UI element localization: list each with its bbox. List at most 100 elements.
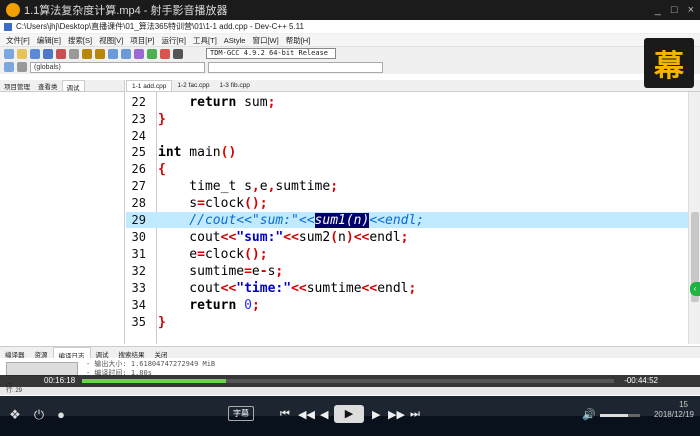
debug-icon[interactable]	[160, 48, 170, 59]
video-frame[interactable]: C:\Users\jhj\Desktop\直播课件\01_算法365特训营\01…	[0, 20, 700, 416]
code-text: //cout<<"sum:"<<sum1(n)<<endl;	[158, 212, 425, 228]
tab-debug[interactable]: 调试	[61, 80, 85, 92]
class-icon[interactable]	[4, 62, 14, 72]
open-icon[interactable]	[17, 48, 27, 59]
menu-astyle[interactable]: AStyle	[224, 36, 246, 45]
tab-file-fac[interactable]: 1-2 fac.cpp	[172, 80, 214, 91]
new-file-icon[interactable]	[4, 48, 14, 59]
ide-title-bar: C:\Users\jhj\Desktop\直播课件\01_算法365特训营\01…	[0, 20, 700, 34]
step-forward-icon[interactable]: ▶	[372, 408, 380, 421]
left-tabs: 项目管理 查看类 调试	[0, 80, 124, 92]
code-line: 22 return sum;	[126, 94, 688, 110]
redo-icon[interactable]	[95, 48, 105, 59]
save-all-icon[interactable]	[43, 48, 53, 59]
volume-icon[interactable]: 🔊	[582, 408, 596, 421]
tab-compiler[interactable]: 编译器	[0, 347, 30, 359]
rewind-icon[interactable]: ◀◀	[298, 408, 315, 421]
user-icon[interactable]: ●	[52, 406, 70, 424]
close-file-icon[interactable]	[56, 48, 66, 59]
run-icon[interactable]	[147, 48, 157, 59]
menu-bar: 文件[F] 编辑[E] 搜索[S] 视图[V] 项目[P] 运行[R] 工具[T…	[0, 34, 700, 46]
menu-search[interactable]: 搜索[S]	[68, 35, 92, 46]
code-line: 24	[126, 128, 688, 144]
scope-combo[interactable]: (globals)	[30, 61, 205, 73]
step-back-icon[interactable]: ◀	[320, 408, 328, 421]
code-text: s=clock();	[158, 195, 268, 211]
player-progress-bar[interactable]: 00:16:18 -00:44:52	[0, 375, 700, 387]
menu-project[interactable]: 项目[P]	[130, 35, 154, 46]
prev-icon[interactable]: ⏮	[280, 408, 290, 421]
replace-icon[interactable]	[121, 48, 131, 59]
undo-icon[interactable]	[82, 48, 92, 59]
volume-slider[interactable]	[600, 414, 640, 417]
menu-run[interactable]: 运行[R]	[161, 35, 186, 46]
line-number: 22	[131, 95, 146, 109]
menu-view[interactable]: 视图[V]	[99, 35, 123, 46]
tab-file-add[interactable]: 1-1 add.cpp	[126, 80, 173, 91]
fast-forward-icon[interactable]: ▶▶	[388, 408, 405, 421]
subtitle-button[interactable]: 字幕	[228, 406, 254, 421]
power-icon[interactable]: ⏻	[30, 406, 48, 424]
side-float-icon[interactable]: ‹	[690, 282, 700, 296]
tab-close[interactable]: 关闭	[150, 347, 173, 359]
save-icon[interactable]	[30, 48, 40, 59]
tab-debug-output[interactable]: 调试	[91, 347, 114, 359]
next-icon[interactable]: ⏭	[410, 408, 420, 421]
bottom-tabs: 编译器 资源 编译日志 调试 搜索结果 关闭	[0, 346, 700, 360]
player-logo-icon	[6, 3, 20, 17]
tab-file-fib[interactable]: 1-3 fib.cpp	[215, 80, 255, 91]
line-number: 32	[131, 264, 146, 278]
tab-search-results[interactable]: 搜索结果	[114, 347, 150, 359]
menu-help[interactable]: 帮助[H]	[286, 35, 311, 46]
menu-tools[interactable]: 工具[T]	[193, 35, 217, 46]
menu-file[interactable]: 文件[F]	[6, 35, 30, 46]
close-button[interactable]: ×	[688, 4, 694, 16]
danmu-toggle-button[interactable]: 幕	[644, 38, 694, 88]
play-button[interactable]: ▶	[334, 405, 364, 423]
compile-icon[interactable]	[134, 48, 144, 59]
line-number: 26	[131, 162, 146, 176]
taskbar: ❖ ⏻ ● 字幕 ⏮ ◀◀ ◀ ▶ ▶ ▶▶ ⏭ 🔊 15 2018/12/19	[0, 396, 700, 436]
code-text: cout<<"time:"<<sumtime<<endl;	[158, 280, 417, 296]
volume-fill	[600, 414, 628, 417]
tab-resources[interactable]: 资源	[30, 347, 53, 359]
windows-start-icon[interactable]: ❖	[6, 406, 24, 424]
menu-edit[interactable]: 编辑[E]	[37, 35, 61, 46]
main-toolbar: TDM-GCC 4.9.2 64-bit Release	[0, 46, 700, 60]
clock-date: 2018/12/19	[653, 410, 694, 419]
minimize-button[interactable]: _	[655, 4, 661, 16]
code-text: int main()	[158, 144, 237, 160]
player-title: 1.1算法复杂度计算.mp4 - 射手影音播放器	[24, 5, 228, 17]
member-combo[interactable]	[208, 61, 383, 73]
compiler-select[interactable]: TDM-GCC 4.9.2 64-bit Release	[206, 48, 336, 59]
clock-time: 15	[679, 400, 688, 409]
maximize-button[interactable]: □	[671, 4, 678, 16]
line-number: 28	[131, 196, 146, 210]
code-text: sumtime=e-s;	[158, 263, 284, 279]
code-text: cout<<"sum:"<<sum2(n)<<endl;	[158, 229, 409, 245]
code-text: {	[158, 161, 166, 177]
tab-compile-log[interactable]: 编译日志	[52, 347, 91, 360]
code-editor[interactable]: 22 return sum; 23 } 24 25 int main() 26 …	[126, 92, 700, 344]
code-line: 33 cout<<"time:"<<sumtime<<endl;	[126, 280, 688, 296]
progress-track[interactable]	[82, 379, 614, 383]
code-line: 25 int main()	[126, 144, 688, 160]
code-line: 28 s=clock();	[126, 195, 688, 211]
progress-fill	[82, 379, 226, 383]
remaining-time: -00:44:52	[624, 376, 658, 385]
code-line: 23 }	[126, 111, 688, 127]
code-text: return sum;	[189, 94, 276, 110]
abort-compile-button[interactable]	[6, 362, 78, 376]
log-line: - 输出大小: 1.61804747272949 MiB	[86, 360, 216, 368]
player-title-bar: 1.1算法复杂度计算.mp4 - 射手影音播放器 _ □ ×	[0, 0, 700, 20]
tab-classes[interactable]: 查看类	[34, 80, 62, 91]
line-number: 33	[131, 281, 146, 295]
print-icon[interactable]	[69, 48, 79, 59]
tab-project[interactable]: 项目管理	[0, 80, 34, 91]
chart-icon[interactable]	[173, 48, 183, 59]
line-number: 24	[131, 129, 146, 143]
find-icon[interactable]	[108, 48, 118, 59]
menu-window[interactable]: 窗口[W]	[252, 35, 278, 46]
editor-scrollbar[interactable]	[688, 92, 700, 344]
bookmark-icon[interactable]	[17, 62, 27, 72]
